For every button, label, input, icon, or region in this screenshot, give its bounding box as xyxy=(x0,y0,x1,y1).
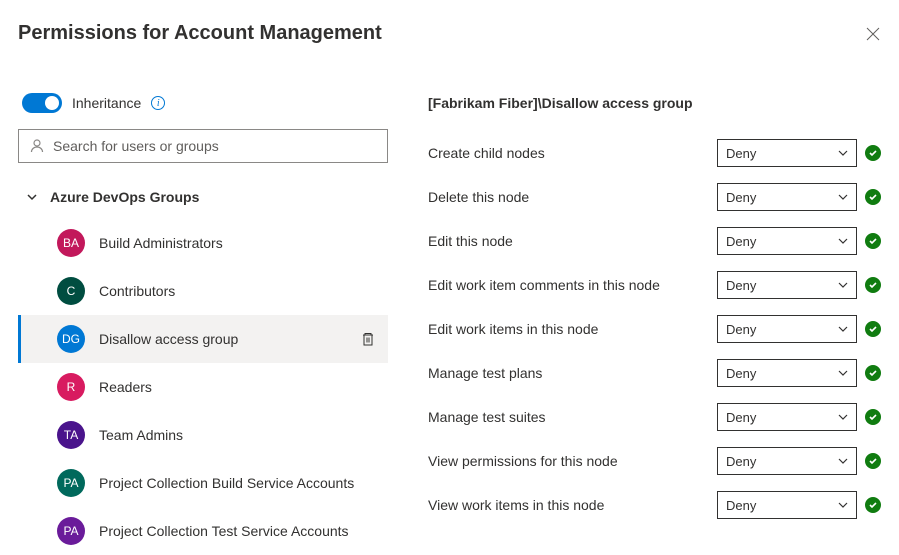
permission-row: Manage test suites Deny xyxy=(428,403,881,431)
permission-select[interactable]: Deny xyxy=(717,359,857,387)
group-list: BA Build Administrators C Contributors DG Dis… xyxy=(18,219,388,555)
group-name: Disallow access group xyxy=(99,331,346,347)
check-icon xyxy=(865,497,881,513)
permission-select[interactable]: Deny xyxy=(717,227,857,255)
chevron-down-icon xyxy=(838,148,848,158)
permissions-list: Create child nodesDenyDelete this nodeDe… xyxy=(428,139,881,519)
group-name: Contributors xyxy=(99,283,376,299)
search-input[interactable] xyxy=(53,138,377,154)
permission-select[interactable]: Deny xyxy=(717,491,857,519)
permission-row: View permissions for this node Deny xyxy=(428,447,881,475)
permission-label: Delete this node xyxy=(428,189,529,205)
check-icon xyxy=(865,145,881,161)
close-icon[interactable] xyxy=(865,26,881,42)
avatar: DG xyxy=(57,325,85,353)
permission-row: Edit work item comments in this node Deny xyxy=(428,271,881,299)
group-row[interactable]: PA Project Collection Test Service Accoun… xyxy=(18,507,388,555)
permission-label: Edit work item comments in this node xyxy=(428,277,660,293)
groups-section-header[interactable]: Azure DevOps Groups xyxy=(18,175,388,219)
group-name: Build Administrators xyxy=(99,235,376,251)
chevron-down-icon xyxy=(838,368,848,378)
chevron-down-icon xyxy=(838,280,848,290)
person-icon xyxy=(29,138,45,154)
group-name: Readers xyxy=(99,379,376,395)
delete-icon[interactable] xyxy=(360,331,376,347)
group-row[interactable]: PA Project Collection Build Service Accou… xyxy=(18,459,388,507)
avatar: TA xyxy=(57,421,85,449)
groups-section-title: Azure DevOps Groups xyxy=(50,189,199,205)
permission-label: View permissions for this node xyxy=(428,453,618,469)
group-row[interactable]: TA Team Admins xyxy=(18,411,388,459)
detail-title: [Fabrikam Fiber]\Disallow access group xyxy=(428,95,881,111)
permission-row: Edit work items in this node Deny xyxy=(428,315,881,343)
chevron-down-icon xyxy=(838,456,848,466)
permission-select[interactable]: Deny xyxy=(717,403,857,431)
search-box[interactable] xyxy=(18,129,388,163)
inheritance-toggle[interactable] xyxy=(22,93,62,113)
inheritance-label: Inheritance xyxy=(72,95,141,111)
check-icon xyxy=(865,189,881,205)
permission-label: Edit this node xyxy=(428,233,513,249)
permission-label: Manage test suites xyxy=(428,409,546,425)
avatar: C xyxy=(57,277,85,305)
group-row[interactable]: BA Build Administrators xyxy=(18,219,388,267)
chevron-down-icon xyxy=(838,324,848,334)
permission-select[interactable]: Deny xyxy=(717,183,857,211)
chevron-down-icon xyxy=(838,500,848,510)
page-title: Permissions for Account Management xyxy=(18,22,382,45)
check-icon xyxy=(865,365,881,381)
permission-value: Deny xyxy=(726,278,756,293)
permission-row: Create child nodes Deny xyxy=(428,139,881,167)
permission-row: View work items in this node Deny xyxy=(428,491,881,519)
permission-label: Edit work items in this node xyxy=(428,321,598,337)
group-row[interactable]: C Contributors xyxy=(18,267,388,315)
permission-value: Deny xyxy=(726,234,756,249)
check-icon xyxy=(865,277,881,293)
check-icon xyxy=(865,233,881,249)
group-name: Project Collection Test Service Accounts xyxy=(99,523,376,539)
check-icon xyxy=(865,321,881,337)
permission-select[interactable]: Deny xyxy=(717,315,857,343)
avatar: BA xyxy=(57,229,85,257)
permission-label: Manage test plans xyxy=(428,365,542,381)
chevron-down-icon xyxy=(26,191,38,203)
right-panel: [Fabrikam Fiber]\Disallow access group C… xyxy=(428,93,881,555)
permission-select[interactable]: Deny xyxy=(717,447,857,475)
group-row[interactable]: R Readers xyxy=(18,363,388,411)
info-icon[interactable]: i xyxy=(151,96,165,110)
permission-select[interactable]: Deny xyxy=(717,271,857,299)
group-name: Project Collection Build Service Account… xyxy=(99,475,376,491)
permission-row: Manage test plans Deny xyxy=(428,359,881,387)
chevron-down-icon xyxy=(838,236,848,246)
permission-value: Deny xyxy=(726,190,756,205)
permission-row: Delete this node Deny xyxy=(428,183,881,211)
permission-label: Create child nodes xyxy=(428,145,545,161)
avatar: R xyxy=(57,373,85,401)
avatar: PA xyxy=(57,517,85,545)
chevron-down-icon xyxy=(838,412,848,422)
chevron-down-icon xyxy=(838,192,848,202)
permission-value: Deny xyxy=(726,366,756,381)
permission-value: Deny xyxy=(726,410,756,425)
group-row[interactable]: DG Disallow access group xyxy=(18,315,388,363)
avatar: PA xyxy=(57,469,85,497)
group-name: Team Admins xyxy=(99,427,376,443)
permission-value: Deny xyxy=(726,146,756,161)
check-icon xyxy=(865,453,881,469)
permission-value: Deny xyxy=(726,322,756,337)
permission-label: View work items in this node xyxy=(428,497,604,513)
permission-row: Edit this node Deny xyxy=(428,227,881,255)
left-panel: Inheritance i Azure DevOps Groups BA Buil… xyxy=(18,93,388,555)
permission-value: Deny xyxy=(726,454,756,469)
permission-select[interactable]: Deny xyxy=(717,139,857,167)
check-icon xyxy=(865,409,881,425)
permission-value: Deny xyxy=(726,498,756,513)
